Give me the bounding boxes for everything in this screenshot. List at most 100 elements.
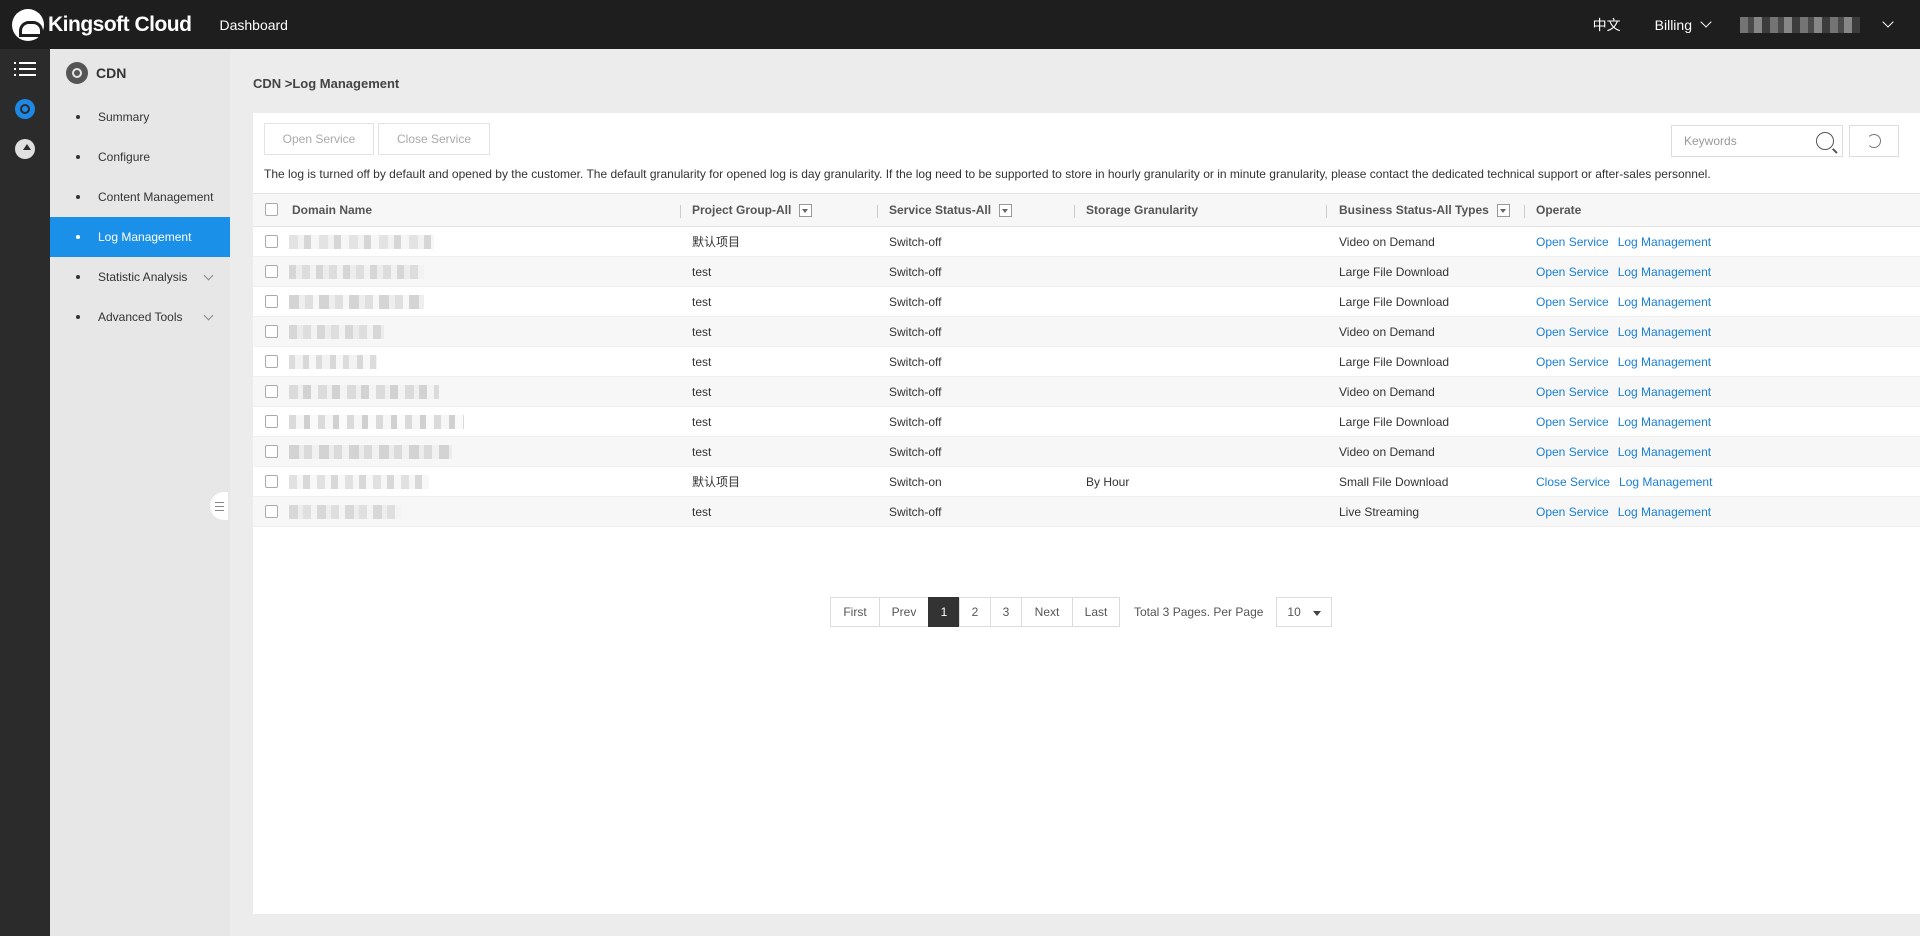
- open-service-button[interactable]: Open Service: [264, 123, 374, 155]
- service-action-link[interactable]: Open Service: [1536, 265, 1609, 279]
- row-checkbox[interactable]: [265, 384, 278, 398]
- column-storage-granularity[interactable]: Storage Granularity: [1086, 194, 1198, 226]
- sidebar-item-content-management[interactable]: Content Management: [50, 177, 230, 217]
- service-action-link[interactable]: Open Service: [1536, 385, 1609, 399]
- table-row: test Switch-off Video on Demand Open Ser…: [253, 377, 1920, 407]
- page-button-3[interactable]: 3: [990, 597, 1022, 627]
- row-checkbox[interactable]: [265, 354, 278, 368]
- per-page-value: 10: [1287, 605, 1301, 619]
- user-menu[interactable]: [1740, 16, 1894, 33]
- column-domain-name[interactable]: Domain Name: [292, 194, 372, 226]
- domain-name-redacted[interactable]: [289, 474, 429, 489]
- rail-item-cloud[interactable]: [0, 129, 50, 169]
- service-action-link[interactable]: Open Service: [1536, 415, 1609, 429]
- log-management-link[interactable]: Log Management: [1618, 265, 1711, 279]
- log-management-link[interactable]: Log Management: [1618, 505, 1711, 519]
- domain-name-redacted[interactable]: [289, 234, 434, 249]
- row-checkbox[interactable]: [265, 474, 278, 488]
- sidebar-item-configure[interactable]: Configure: [50, 137, 230, 177]
- column-business-status[interactable]: Business Status-All Types: [1339, 194, 1510, 226]
- sidebar-item-statistic-analysis[interactable]: Statistic Analysis: [50, 257, 230, 297]
- row-checkbox[interactable]: [265, 444, 278, 458]
- column-divider: [1326, 205, 1327, 218]
- sidebar-item-log-management[interactable]: Log Management: [50, 217, 230, 257]
- page-button-1[interactable]: 1: [928, 597, 960, 627]
- billing-menu[interactable]: Billing: [1655, 16, 1712, 33]
- log-management-link[interactable]: Log Management: [1618, 445, 1711, 459]
- service-action-link[interactable]: Close Service: [1536, 475, 1610, 489]
- service-action-link[interactable]: Open Service: [1536, 505, 1609, 519]
- select-all-checkbox[interactable]: [265, 203, 278, 216]
- dashboard-link[interactable]: Dashboard: [219, 17, 288, 33]
- service-status: Switch-off: [889, 354, 942, 369]
- domain-name-redacted[interactable]: [289, 414, 464, 429]
- log-management-panel: Open Service Close Service The log is tu…: [253, 113, 1920, 914]
- business-status: Small File Download: [1339, 474, 1449, 489]
- first-page-button[interactable]: First: [830, 597, 880, 627]
- business-status: Video on Demand: [1339, 324, 1435, 339]
- service-action-link[interactable]: Open Service: [1536, 325, 1609, 339]
- language-switch[interactable]: 中文: [1593, 15, 1621, 35]
- sidebar-item-advanced-tools[interactable]: Advanced Tools: [50, 297, 230, 337]
- log-management-link[interactable]: Log Management: [1618, 355, 1711, 369]
- service-action-link[interactable]: Open Service: [1536, 445, 1609, 459]
- sidebar-item-label: Advanced Tools: [98, 310, 183, 324]
- search-input[interactable]: [1672, 134, 1816, 148]
- domain-name-redacted[interactable]: [289, 324, 384, 339]
- menu-toggle[interactable]: [0, 49, 50, 89]
- refresh-button[interactable]: [1849, 125, 1899, 157]
- table-row: test Switch-off Video on Demand Open Ser…: [253, 317, 1920, 347]
- service-action-link[interactable]: Open Service: [1536, 295, 1609, 309]
- collapse-icon: [214, 501, 224, 511]
- last-page-button[interactable]: Last: [1072, 597, 1120, 627]
- filter-dropdown-icon[interactable]: [999, 203, 1013, 217]
- row-checkbox[interactable]: [265, 294, 278, 308]
- rail-item-cdn[interactable]: [0, 89, 50, 129]
- row-checkbox[interactable]: [265, 414, 278, 428]
- next-page-button[interactable]: Next: [1021, 597, 1073, 627]
- table-header: Domain Name Project Group-All Service St…: [253, 193, 1920, 227]
- business-status: Video on Demand: [1339, 444, 1435, 459]
- operate-cell: Open Service Log Management: [1536, 437, 1720, 466]
- operate-cell: Open Service Log Management: [1536, 377, 1720, 406]
- domain-name-redacted[interactable]: [289, 294, 424, 309]
- domain-name-redacted[interactable]: [289, 504, 401, 519]
- service-action-link[interactable]: Open Service: [1536, 235, 1609, 249]
- column-divider: [1074, 205, 1075, 218]
- column-project-group[interactable]: Project Group-All: [692, 194, 813, 226]
- log-management-link[interactable]: Log Management: [1618, 385, 1711, 399]
- prev-page-button[interactable]: Prev: [879, 597, 929, 627]
- bullet-icon: [76, 235, 80, 239]
- log-management-link[interactable]: Log Management: [1618, 325, 1711, 339]
- domain-table: Domain Name Project Group-All Service St…: [253, 193, 1920, 527]
- service-status: Switch-off: [889, 234, 942, 249]
- main-content: CDN >Log Management Open Service Close S…: [230, 49, 1920, 936]
- filter-dropdown-icon[interactable]: [799, 203, 813, 217]
- row-checkbox[interactable]: [265, 264, 278, 278]
- close-service-button[interactable]: Close Service: [378, 123, 490, 155]
- domain-name-redacted[interactable]: [289, 264, 424, 279]
- log-management-link[interactable]: Log Management: [1619, 475, 1712, 489]
- domain-name-redacted[interactable]: [289, 444, 452, 459]
- log-management-link[interactable]: Log Management: [1618, 295, 1711, 309]
- keyword-search: [1671, 125, 1843, 157]
- log-management-link[interactable]: Log Management: [1618, 235, 1711, 249]
- search-icon[interactable]: [1816, 132, 1834, 150]
- filter-dropdown-icon[interactable]: [1496, 203, 1510, 217]
- business-status: Video on Demand: [1339, 384, 1435, 399]
- brand-logo[interactable]: Kingsoft Cloud: [12, 0, 192, 49]
- sidebar-item-summary[interactable]: Summary: [50, 97, 230, 137]
- service-action-link[interactable]: Open Service: [1536, 355, 1609, 369]
- table-row: 默认项目 Switch-on By Hour Small File Downlo…: [253, 467, 1920, 497]
- page-button-2[interactable]: 2: [959, 597, 991, 627]
- log-management-link[interactable]: Log Management: [1618, 415, 1711, 429]
- row-checkbox[interactable]: [265, 324, 278, 338]
- row-checkbox[interactable]: [265, 504, 278, 518]
- row-checkbox[interactable]: [265, 234, 278, 248]
- domain-name-redacted[interactable]: [289, 354, 377, 369]
- domain-name-redacted[interactable]: [289, 384, 439, 399]
- table-row: test Switch-off Video on Demand Open Ser…: [253, 437, 1920, 467]
- business-status: Large File Download: [1339, 294, 1450, 309]
- column-service-status[interactable]: Service Status-All: [889, 194, 1013, 226]
- per-page-select[interactable]: 10: [1276, 597, 1333, 627]
